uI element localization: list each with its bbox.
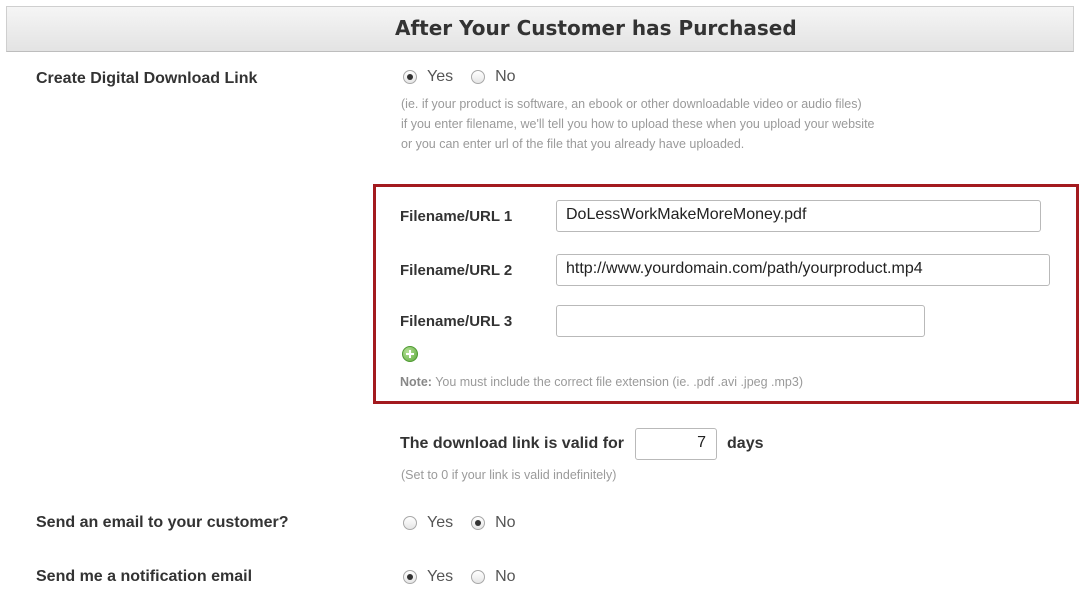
digital-download-radio-group: Yes No xyxy=(403,68,534,86)
add-filename-icon[interactable] xyxy=(402,346,418,362)
validity-unit-label: days xyxy=(727,435,764,452)
validity-days-input[interactable]: 7 xyxy=(635,428,718,460)
notification-yes-radio[interactable] xyxy=(403,570,417,584)
section-title: After Your Customer has Purchased xyxy=(395,16,797,40)
digital-download-help-line-3: or you can enter url of the file that yo… xyxy=(401,137,745,151)
notification-label: Send me a notification email xyxy=(36,568,253,585)
notification-radio-group: Yes No xyxy=(403,568,534,586)
filename-1-input[interactable]: DoLessWorkMakeMoreMoney.pdf xyxy=(556,200,1041,232)
filename-1-label: Filename/URL 1 xyxy=(400,208,513,225)
filename-2-label: Filename/URL 2 xyxy=(400,262,513,279)
notification-no-label[interactable]: No xyxy=(495,568,515,586)
email-customer-label: Send an email to your customer? xyxy=(36,514,289,531)
notification-no-radio[interactable] xyxy=(471,570,486,584)
digital-download-no-radio[interactable] xyxy=(471,70,486,84)
filename-2-input[interactable]: http://www.yourdomain.com/path/yourprodu… xyxy=(556,254,1050,286)
notification-yes-label[interactable]: Yes xyxy=(427,568,453,586)
validity-row: The download link is valid for 7 days xyxy=(400,428,764,460)
file-extension-note: Note: You must include the correct file … xyxy=(400,375,803,389)
digital-download-help-line-2: if you enter filename, we'll tell you ho… xyxy=(401,117,875,131)
email-customer-no-radio[interactable] xyxy=(471,516,486,530)
email-customer-yes-label[interactable]: Yes xyxy=(427,514,453,532)
note-text: You must include the correct file extens… xyxy=(435,375,803,389)
digital-download-yes-label[interactable]: Yes xyxy=(427,68,453,86)
filename-3-label: Filename/URL 3 xyxy=(400,313,513,330)
digital-download-yes-radio[interactable] xyxy=(403,70,417,84)
digital-download-label: Create Digital Download Link xyxy=(36,70,258,87)
section-header: After Your Customer has Purchased xyxy=(6,6,1074,52)
email-customer-radio-group: Yes No xyxy=(403,514,534,532)
note-bold-label: Note: xyxy=(400,375,432,389)
email-customer-yes-radio[interactable] xyxy=(403,516,417,530)
digital-download-no-label[interactable]: No xyxy=(495,68,515,86)
filename-3-input[interactable] xyxy=(556,305,925,337)
digital-download-help-line-1: (ie. if your product is software, an ebo… xyxy=(401,97,862,111)
validity-help: (Set to 0 if your link is valid indefini… xyxy=(401,468,617,482)
email-customer-no-label[interactable]: No xyxy=(495,514,515,532)
validity-label: The download link is valid for xyxy=(400,435,625,452)
